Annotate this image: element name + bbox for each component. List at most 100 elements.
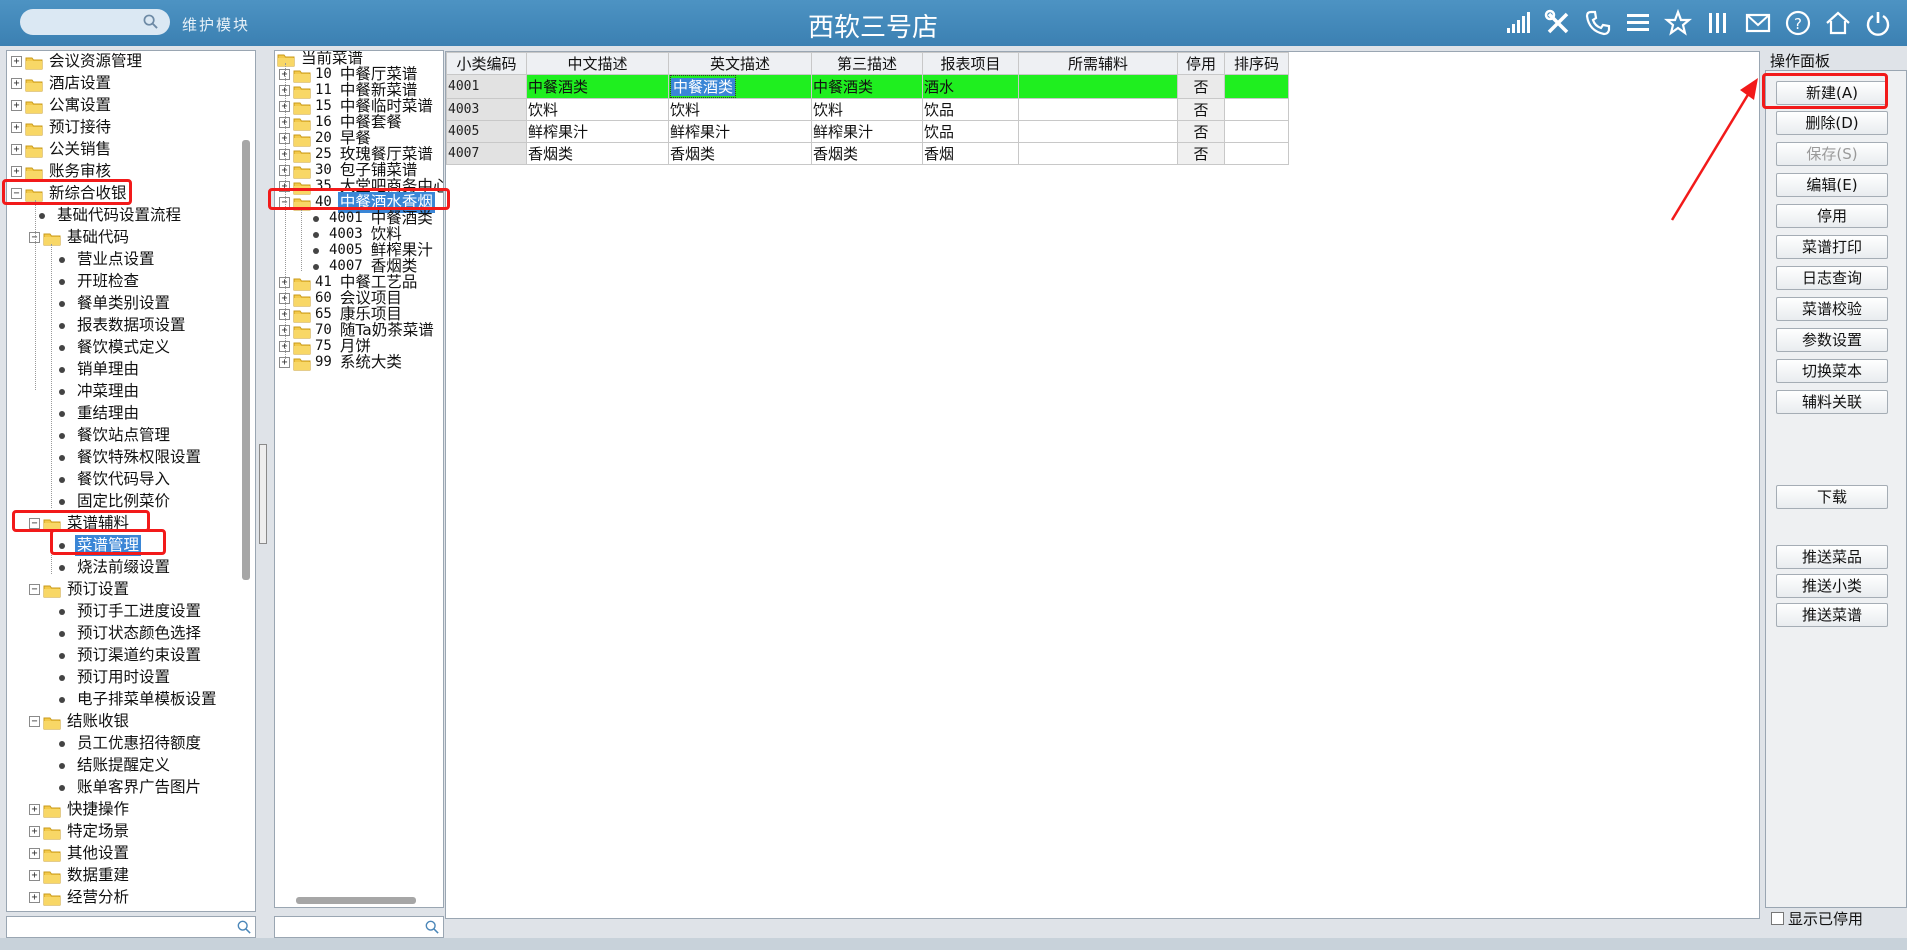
nav-item-bottom-4[interactable]: + 经营分析 bbox=[29, 887, 131, 908]
nav-subitem-basic-8[interactable]: 餐饮站点管理 bbox=[59, 425, 172, 446]
table-cell[interactable]: 鲜榨果汁 bbox=[668, 120, 812, 143]
table-cell[interactable] bbox=[1018, 98, 1178, 121]
table-cell[interactable]: 4001 bbox=[446, 74, 527, 99]
table-cell[interactable]: 香烟类 bbox=[811, 142, 923, 165]
column-header-2[interactable]: 英文描述 bbox=[668, 52, 812, 75]
column-header-7[interactable]: 排序码 bbox=[1224, 52, 1289, 75]
table-cell[interactable]: 饮料 bbox=[811, 98, 923, 121]
table-cell[interactable]: 香烟类 bbox=[668, 142, 812, 165]
table-row[interactable]: 4003 饮料 饮料 饮料 饮品否 bbox=[446, 98, 1289, 121]
table-cell[interactable]: 否 bbox=[1177, 120, 1225, 143]
menu-tree-search-input[interactable] bbox=[274, 916, 444, 938]
nav-item-basic-code[interactable]: − 基础代码 bbox=[29, 227, 131, 248]
nav-subitem-basic-3[interactable]: 报表数据项设置 bbox=[59, 315, 188, 336]
table-cell[interactable]: 4003 bbox=[446, 98, 527, 121]
panel-splitter[interactable] bbox=[259, 444, 267, 544]
nav-item-booking[interactable]: − 预订设置 bbox=[29, 579, 131, 600]
menu-check-button[interactable]: 菜谱校验 bbox=[1776, 297, 1888, 321]
nav-item-checkout[interactable]: − 结账收银 bbox=[29, 711, 131, 732]
nav-item-3[interactable]: + 预订接待 bbox=[11, 117, 113, 138]
table-cell[interactable]: 鲜榨果汁 bbox=[811, 120, 923, 143]
table-row[interactable]: 4001 中餐酒类 中餐酒类 中餐酒类 酒水否 bbox=[446, 74, 1289, 99]
expand-icon[interactable]: + bbox=[11, 166, 22, 177]
table-cell[interactable] bbox=[1224, 142, 1289, 165]
expand-icon[interactable]: + bbox=[29, 826, 40, 837]
table-cell[interactable]: 饮料 bbox=[668, 98, 812, 121]
table-cell[interactable] bbox=[1224, 74, 1289, 99]
expand-icon[interactable]: + bbox=[11, 122, 22, 133]
expand-icon[interactable]: + bbox=[11, 100, 22, 111]
nav-subitem-checkout-1[interactable]: 结账提醒定义 bbox=[59, 755, 172, 776]
nav-subitem-basic-11[interactable]: 固定比例菜价 bbox=[59, 491, 172, 512]
mail-icon[interactable] bbox=[1741, 6, 1775, 40]
param-setting-button[interactable]: 参数设置 bbox=[1776, 328, 1888, 352]
save-button[interactable]: 保存(S) bbox=[1776, 142, 1888, 166]
nav-subitem-booking-2[interactable]: 预订渠道约束设置 bbox=[59, 645, 203, 666]
star-icon[interactable] bbox=[1661, 6, 1695, 40]
collapse-icon[interactable]: − bbox=[29, 716, 40, 727]
table-row[interactable]: 4007 香烟类 香烟类 香烟类 香烟否 bbox=[446, 142, 1289, 165]
table-cell[interactable] bbox=[1224, 98, 1289, 121]
table-cell[interactable]: 中餐酒类 bbox=[811, 74, 923, 99]
download-button[interactable]: 下载 bbox=[1776, 485, 1888, 509]
print-menu-button[interactable]: 菜谱打印 bbox=[1776, 235, 1888, 259]
menu-icon[interactable] bbox=[1621, 6, 1655, 40]
table-cell[interactable]: 饮品 bbox=[922, 98, 1019, 121]
nav-item-2[interactable]: + 公寓设置 bbox=[11, 95, 113, 116]
left-search-input[interactable] bbox=[6, 916, 256, 938]
nav-subitem-basic-2[interactable]: 餐单类别设置 bbox=[59, 293, 172, 314]
edit-button[interactable]: 编辑(E) bbox=[1776, 173, 1888, 197]
table-row[interactable]: 4005 鲜榨果汁 鲜榨果汁 鲜榨果汁 饮品否 bbox=[446, 120, 1289, 143]
search-icon[interactable] bbox=[237, 920, 251, 934]
focused-cell[interactable]: 中餐酒类 bbox=[670, 75, 737, 98]
log-query-button[interactable]: 日志查询 bbox=[1776, 266, 1888, 290]
table-cell[interactable]: 酒水 bbox=[922, 74, 1019, 99]
expand-icon[interactable]: + bbox=[29, 848, 40, 859]
power-icon[interactable] bbox=[1861, 6, 1895, 40]
table-cell[interactable]: 鲜榨果汁 bbox=[526, 120, 669, 143]
column-header-4[interactable]: 报表项目 bbox=[922, 52, 1019, 75]
table-cell[interactable] bbox=[1018, 74, 1178, 99]
global-search-input[interactable] bbox=[20, 9, 170, 35]
nav-subitem-basic-10[interactable]: 餐饮代码导入 bbox=[59, 469, 172, 490]
show-disabled-checkbox[interactable]: 显示已停用 bbox=[1771, 908, 1863, 929]
table-cell[interactable]: 4007 bbox=[446, 142, 527, 165]
expand-icon[interactable]: + bbox=[29, 804, 40, 815]
nav-item-bottom-3[interactable]: + 数据重建 bbox=[29, 865, 131, 886]
table-cell[interactable]: 香烟 bbox=[922, 142, 1019, 165]
nav-subitem-basic-7[interactable]: 重结理由 bbox=[59, 403, 141, 424]
search-icon[interactable] bbox=[425, 920, 439, 934]
nav-subitem-basic-0[interactable]: 营业点设置 bbox=[59, 249, 157, 270]
left-tree-scrollbar[interactable] bbox=[242, 140, 250, 580]
table-cell[interactable] bbox=[1018, 142, 1178, 165]
home-icon[interactable] bbox=[1821, 6, 1855, 40]
table-cell[interactable]: 饮料 bbox=[526, 98, 669, 121]
disable-button[interactable]: 停用 bbox=[1776, 204, 1888, 228]
nav-item-bottom-1[interactable]: + 特定场景 bbox=[29, 821, 131, 842]
nav-subitem-booking-1[interactable]: 预订状态颜色选择 bbox=[59, 623, 203, 644]
menu-category-99[interactable]: +99 系统大类 bbox=[279, 352, 404, 373]
table-cell[interactable] bbox=[1018, 120, 1178, 143]
expand-icon[interactable]: + bbox=[11, 144, 22, 155]
nav-subitem-basic-1[interactable]: 开班检查 bbox=[59, 271, 141, 292]
table-cell[interactable]: 否 bbox=[1177, 74, 1225, 99]
nav-item-1[interactable]: + 酒店设置 bbox=[11, 73, 113, 94]
table-cell[interactable] bbox=[1224, 120, 1289, 143]
search-icon[interactable] bbox=[143, 14, 158, 29]
table-cell[interactable]: 饮品 bbox=[922, 120, 1019, 143]
nav-item-cook-method[interactable]: 烧法前缀设置 bbox=[59, 557, 172, 578]
checkbox-box[interactable] bbox=[1771, 912, 1784, 925]
delete-button[interactable]: 删除(D) bbox=[1776, 111, 1888, 135]
column-header-0[interactable]: 小类编码 bbox=[446, 52, 527, 75]
nav-item-bottom-0[interactable]: + 快捷操作 bbox=[29, 799, 131, 820]
nav-subitem-basic-5[interactable]: 销单理由 bbox=[59, 359, 141, 380]
expand-icon[interactable]: + bbox=[29, 870, 40, 881]
table-cell[interactable]: 香烟类 bbox=[526, 142, 669, 165]
phone-icon[interactable] bbox=[1581, 6, 1615, 40]
menu-tree-h-scrollbar[interactable] bbox=[296, 897, 416, 904]
column-header-3[interactable]: 第三描述 bbox=[811, 52, 923, 75]
table-cell[interactable]: 否 bbox=[1177, 142, 1225, 165]
push-menu-button[interactable]: 推送菜谱 bbox=[1776, 603, 1888, 627]
nav-subitem-basic-9[interactable]: 餐饮特殊权限设置 bbox=[59, 447, 203, 468]
push-subclass-button[interactable]: 推送小类 bbox=[1776, 574, 1888, 598]
